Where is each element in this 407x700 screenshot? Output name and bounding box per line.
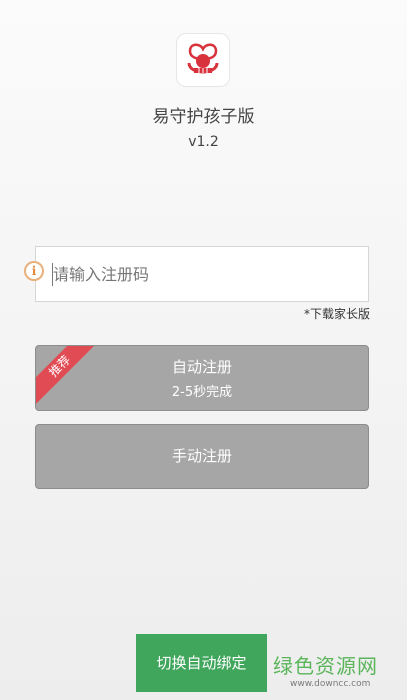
app-title: 易守护孩子版: [152, 107, 255, 127]
auto-register-button[interactable]: 推荐 自动注册 2-5秒完成: [35, 345, 369, 411]
manual-register-button[interactable]: 手动注册: [35, 424, 369, 489]
app-logo: [176, 33, 230, 87]
registration-code-field[interactable]: [35, 246, 369, 302]
auto-register-label: 自动注册: [171, 358, 232, 376]
download-parent-version-link[interactable]: *下载家长版: [304, 305, 370, 322]
auto-register-sublabel: 2-5秒完成: [171, 385, 233, 400]
app-version: v1.2: [188, 134, 219, 150]
info-icon[interactable]: i: [24, 261, 44, 281]
watermark-url: www.downcc.com: [290, 679, 371, 689]
registration-code-input[interactable]: [36, 247, 368, 301]
switch-auto-bind-button[interactable]: 切换自动绑定: [136, 634, 267, 692]
watermark-site-name: 绿色资源网: [273, 654, 378, 678]
text-cursor: [52, 263, 53, 286]
app-logo-icon: [187, 43, 219, 74]
